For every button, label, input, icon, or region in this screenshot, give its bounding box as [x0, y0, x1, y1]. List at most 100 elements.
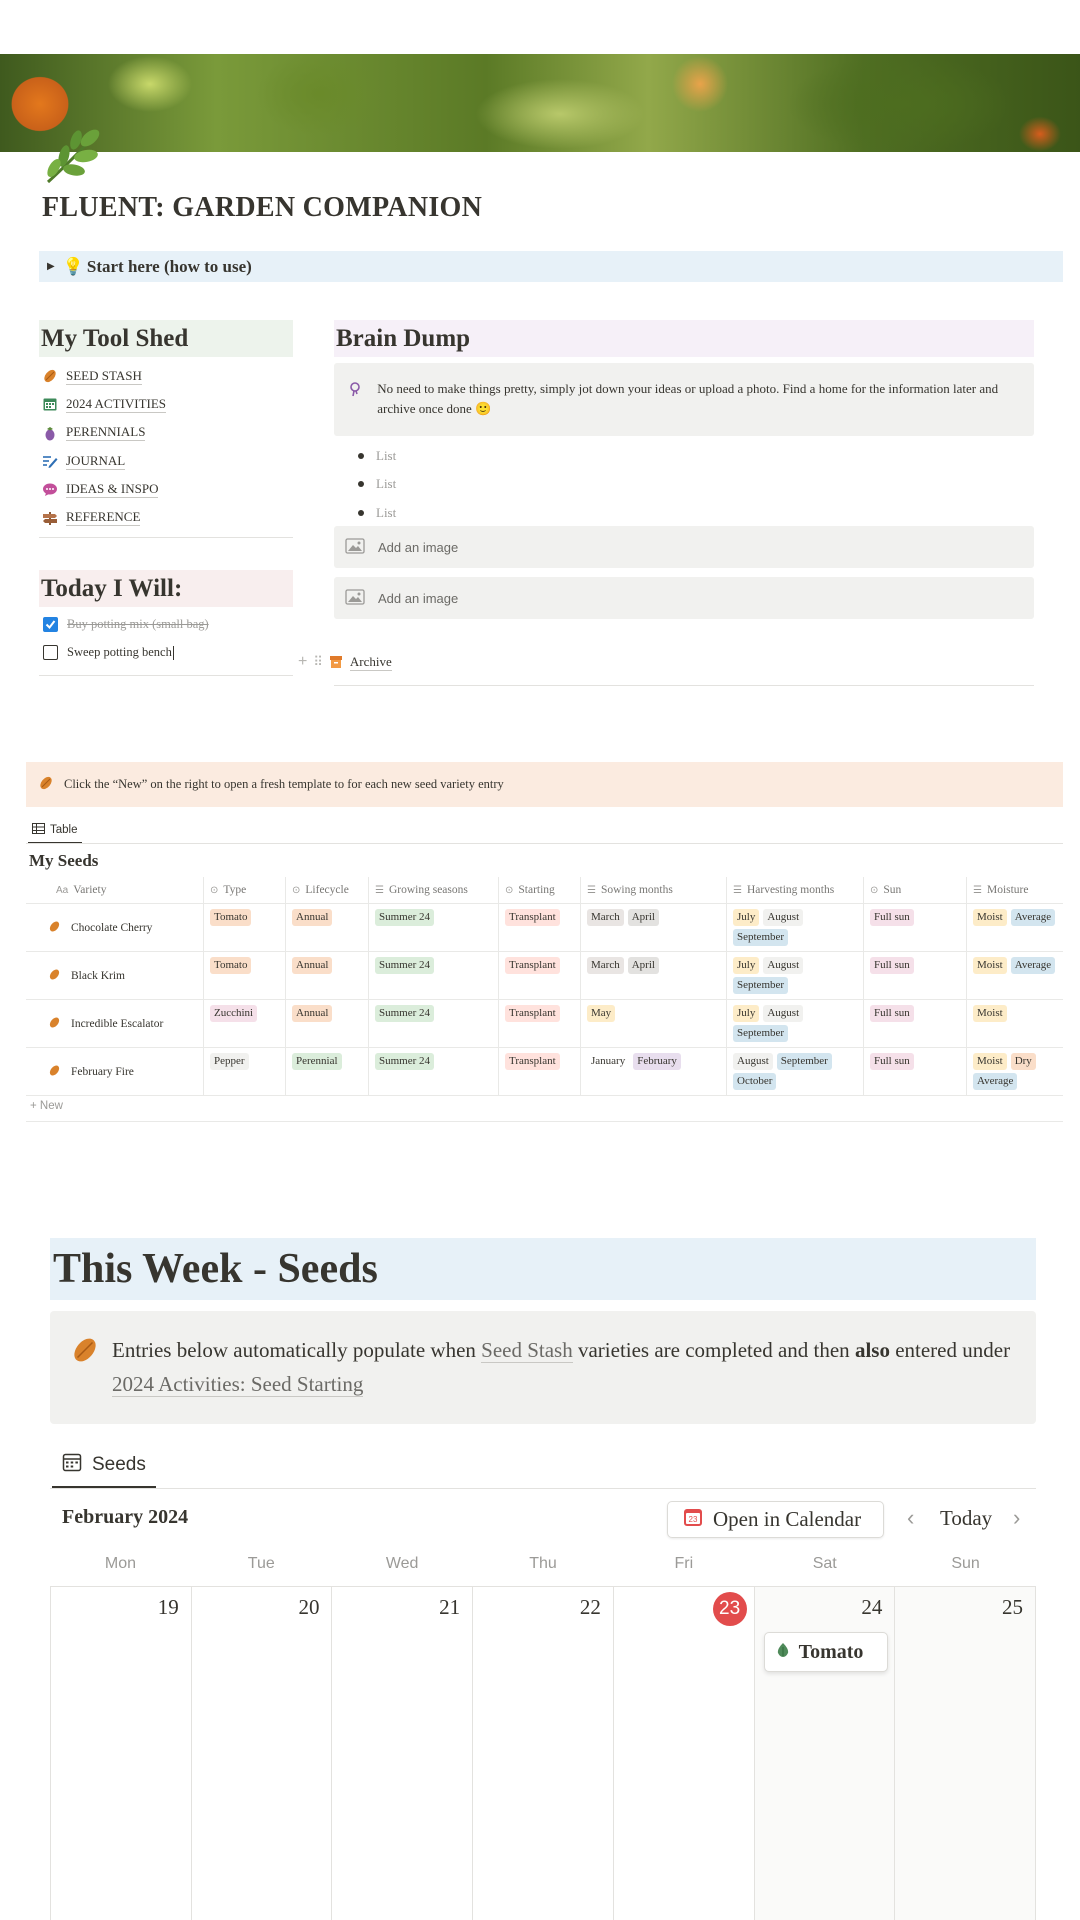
sowing-cell[interactable]: January February — [581, 1048, 727, 1095]
sun-cell[interactable]: Full sun — [864, 904, 967, 951]
calendar-day-cell[interactable]: 21 — [332, 1587, 474, 1920]
almond-seed-icon — [48, 1016, 61, 1032]
calendar-day-cell[interactable]: 20 — [192, 1587, 333, 1920]
checkbox-unchecked[interactable] — [43, 645, 58, 660]
moisture-cell[interactable]: Moist Dry Average — [967, 1048, 1063, 1095]
seasons-cell[interactable]: Summer 24 — [369, 1048, 499, 1095]
harvesting-cell[interactable]: July August September — [727, 904, 864, 951]
sun-cell[interactable]: Full sun — [864, 952, 967, 999]
type-cell[interactable]: Tomato — [204, 952, 286, 999]
select-tag: March — [587, 957, 624, 974]
column-label: Variety — [73, 884, 107, 896]
moisture-cell[interactable]: Moist — [967, 1000, 1063, 1047]
harvesting-cell[interactable]: July August September — [727, 952, 864, 999]
todo-item[interactable]: Buy potting mix (small bag) — [43, 617, 293, 632]
type-cell[interactable]: Tomato — [204, 904, 286, 951]
table-row[interactable]: Chocolate Cherry Tomato Annual Summer 24 Tra… — [26, 904, 1063, 952]
lifecycle-cell[interactable]: Annual — [286, 904, 369, 951]
calendar-day-cell[interactable]: 25 — [895, 1587, 1037, 1920]
seasons-cell[interactable]: Summer 24 — [369, 952, 499, 999]
table-row[interactable]: Incredible Escalator Zucchini Annual Summer… — [26, 1000, 1063, 1048]
type-cell[interactable]: Zucchini — [204, 1000, 286, 1047]
starting-cell[interactable]: Transplant — [499, 904, 581, 951]
herb-icon[interactable] — [40, 126, 110, 186]
image-icon — [345, 537, 365, 557]
table-row[interactable]: February Fire Pepper Perennial Summer 24 Tra… — [26, 1048, 1063, 1096]
open-in-calendar-button[interactable]: 23 Open in Calendar — [667, 1501, 884, 1538]
add-image-block[interactable]: Add an image — [334, 577, 1034, 619]
drag-handle-icon[interactable]: ⠿ — [313, 654, 323, 670]
harvesting-cell[interactable]: July August September — [727, 1000, 864, 1047]
chevron-left-icon[interactable]: ‹ — [907, 1505, 914, 1531]
tool-link-perennials[interactable]: PERENNIALS — [41, 419, 293, 447]
variety-cell[interactable]: Chocolate Cherry — [26, 904, 204, 951]
select-tag: August — [763, 909, 804, 926]
select-tag: Annual — [292, 957, 333, 974]
tool-shed-heading: My Tool Shed — [39, 320, 293, 357]
add-block-icon[interactable]: + — [298, 653, 307, 671]
todo-label: Buy potting mix (small bag) — [67, 617, 209, 631]
bullet-item[interactable]: List — [360, 442, 396, 470]
calendar-day-cell[interactable]: 22 — [473, 1587, 614, 1920]
chevron-right-icon[interactable]: › — [1013, 1505, 1020, 1531]
calendar-day-cell[interactable]: 23 — [614, 1587, 755, 1920]
starting-cell[interactable]: Transplant — [499, 952, 581, 999]
column-header-starting[interactable]: ⊙ Starting — [499, 877, 581, 903]
column-header-variety[interactable]: Aa Variety — [26, 877, 204, 903]
lifecycle-cell[interactable]: Annual — [286, 952, 369, 999]
sowing-cell[interactable]: March April — [581, 952, 727, 999]
starting-cell[interactable]: Transplant — [499, 1000, 581, 1047]
toggle-triangle-icon[interactable]: ▶ — [47, 261, 55, 272]
add-image-block[interactable]: Add an image — [334, 526, 1034, 568]
variety-cell[interactable]: Black Krim — [26, 952, 204, 999]
activities-seed-starting-link[interactable]: 2024 Activities: Seed Starting — [112, 1372, 364, 1397]
column-header-type[interactable]: ⊙ Type — [204, 877, 286, 903]
new-row-button[interactable]: + New — [30, 1100, 63, 1112]
column-header-growing-seasons[interactable]: ☰ Growing seasons — [369, 877, 499, 903]
sowing-cell[interactable]: May — [581, 1000, 727, 1047]
seed-stash-link[interactable]: Seed Stash — [481, 1338, 573, 1363]
checkbox-checked[interactable] — [43, 617, 58, 632]
seasons-cell[interactable]: Summer 24 — [369, 904, 499, 951]
tool-link-2024-activities[interactable]: 2024 ACTIVITIES — [41, 390, 293, 418]
tool-link-reference[interactable]: REFERENCE — [41, 503, 293, 531]
starting-cell[interactable]: Transplant — [499, 1048, 581, 1095]
lifecycle-cell[interactable]: Annual — [286, 1000, 369, 1047]
column-header-harvesting-months[interactable]: ☰ Harvesting months — [727, 877, 864, 903]
calendar-event-card[interactable]: Tomato — [763, 1632, 888, 1672]
type-cell[interactable]: Pepper — [204, 1048, 286, 1095]
lifecycle-cell[interactable]: Perennial — [286, 1048, 369, 1095]
sun-cell[interactable]: Full sun — [864, 1000, 967, 1047]
weekday-label: Fri — [674, 1555, 694, 1572]
moisture-cell[interactable]: Moist Average — [967, 904, 1063, 951]
callout-text-part: Entries below automatically populate whe… — [112, 1338, 482, 1362]
todo-item[interactable]: Sweep potting bench — [43, 645, 293, 660]
tab-seeds-calendar[interactable]: Seeds — [52, 1443, 156, 1489]
column-header-moisture[interactable]: ☰ Moisture — [967, 877, 1063, 903]
database-title[interactable]: My Seeds — [29, 851, 98, 871]
sowing-cell[interactable]: March April — [581, 904, 727, 951]
seasons-cell[interactable]: Summer 24 — [369, 1000, 499, 1047]
column-header-lifecycle[interactable]: ⊙ Lifecycle — [286, 877, 369, 903]
tool-label: IDEAS & INSPO — [66, 480, 159, 498]
table-row[interactable]: Black Krim Tomato Annual Summer 24 Transplan… — [26, 952, 1063, 1000]
sun-cell[interactable]: Full sun — [864, 1048, 967, 1095]
start-here-toggle[interactable]: ▶ 💡 Start here (how to use) — [39, 251, 1063, 282]
tab-table-view[interactable]: Table — [28, 818, 82, 844]
today-button[interactable]: Today — [940, 1506, 992, 1531]
tool-link-journal[interactable]: JOURNAL — [41, 447, 293, 475]
calendar-day-cell[interactable]: 19 — [51, 1587, 192, 1920]
tool-link-ideas-inspo[interactable]: IDEAS & INSPO — [41, 475, 293, 503]
bullet-item[interactable]: List — [360, 499, 396, 527]
archive-link[interactable]: + ⠿ Archive — [298, 653, 392, 671]
moisture-cell[interactable]: Moist Average — [967, 952, 1063, 999]
column-header-sun[interactable]: ⊙ Sun — [864, 877, 967, 903]
column-header-sowing-months[interactable]: ☰ Sowing months — [581, 877, 727, 903]
harvesting-cell[interactable]: August September October — [727, 1048, 864, 1095]
tool-link-seed-stash[interactable]: SEED STASH — [41, 362, 293, 390]
calendar-day-cell[interactable]: 24 Tomato — [754, 1587, 896, 1920]
variety-cell[interactable]: February Fire — [26, 1048, 204, 1095]
variety-cell[interactable]: Incredible Escalator — [26, 1000, 204, 1047]
bullet-item[interactable]: List — [360, 470, 396, 498]
multi-select-property-icon: ☰ — [375, 884, 384, 896]
